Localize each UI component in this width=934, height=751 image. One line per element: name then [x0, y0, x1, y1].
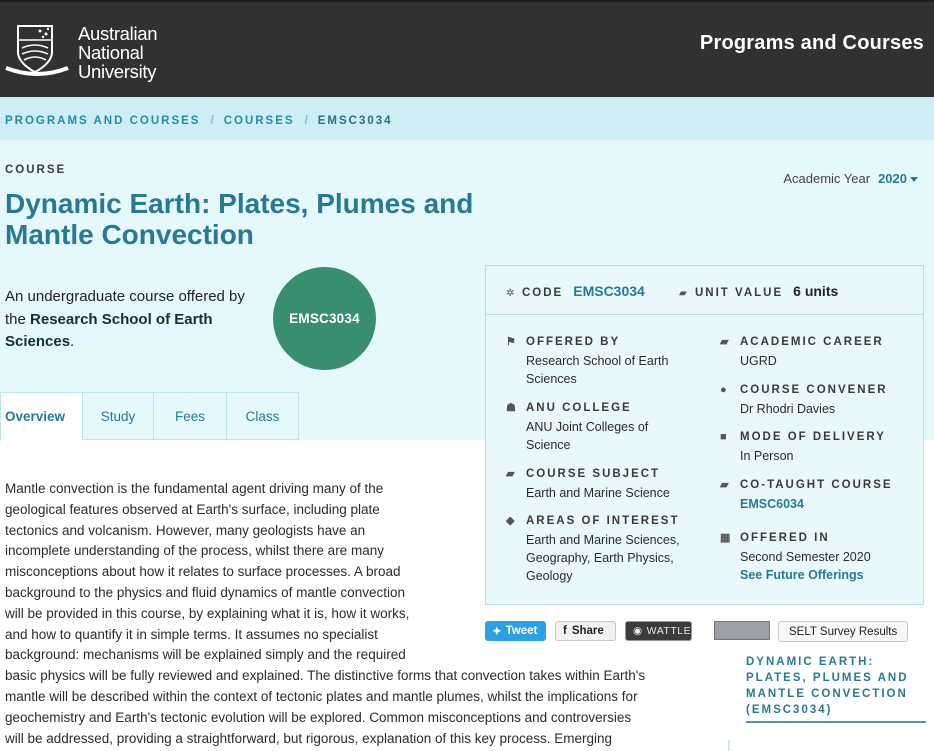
subject-value: Earth and Marine Science — [526, 486, 670, 500]
breadcrumb-current[interactable]: EMSC3034 — [318, 115, 393, 127]
academic-year-label: Academic Year — [783, 171, 871, 186]
sidebar-edge — [728, 740, 730, 751]
tag-icon: ◆ — [506, 515, 517, 527]
book-icon: ▰ — [679, 288, 687, 299]
course-subtitle: An undergraduate course offered by the R… — [5, 286, 255, 354]
mode-of-delivery: ■ MODE OF DELIVERY In Person — [720, 429, 915, 465]
cotaught-link[interactable]: EMSC6034 — [740, 495, 915, 513]
anu-college: ☗ ANU COLLEGE ANU Joint Colleges of Scien… — [506, 400, 691, 454]
wattle-label: WATTLE — [646, 625, 692, 637]
areas-of-interest: ◆ AREAS OF INTEREST Earth and Marine Scie… — [506, 513, 706, 585]
page-title: Dynamic Earth: Plates, Plumes and Mantle… — [5, 188, 474, 250]
offered-in-value: Second Semester 2020 — [740, 550, 871, 564]
course-convener: ● COURSE CONVENER Dr Rhodri Davies — [720, 382, 915, 418]
truck-icon: ■ — [720, 431, 729, 443]
course-info-card: ✲ CODE EMSC3034 ▰ UNIT VALUE 6 units ⚑ OF… — [485, 265, 924, 605]
co-taught-course: ▰ CO-TAUGHT COURSE EMSC6034 — [720, 477, 915, 513]
logo-line-1: Australian — [78, 23, 158, 44]
convener-value: Dr Rhodri Davies — [740, 402, 836, 416]
academic-year-selector[interactable]: Academic Year 2020 — [783, 171, 918, 186]
tweet-label: Tweet — [505, 625, 538, 637]
facebook-icon: f — [563, 625, 567, 637]
college-label: ANU COLLEGE — [526, 402, 632, 414]
future-offerings-link[interactable]: See Future Offerings — [740, 566, 915, 584]
tweet-button[interactable]: ✦ Tweet — [485, 621, 546, 641]
sidebar-course-title: DYNAMIC EARTH: PLATES, PLUMES AND MANTLE… — [746, 656, 909, 716]
tab-overview[interactable]: Overview — [0, 392, 82, 440]
wattle-button[interactable]: ◉ WATTLE — [625, 621, 692, 641]
user-icon: ● — [720, 384, 729, 396]
breadcrumb-separator: / — [304, 115, 308, 127]
offered-in-label: OFFERED IN — [740, 532, 830, 544]
code-value: EMSC3034 — [573, 283, 645, 299]
code-label: CODE — [522, 287, 564, 299]
offered-in: ▦ OFFERED IN Second Semester 2020 See Futu… — [720, 530, 915, 584]
college-value: ANU Joint Colleges of Science — [526, 420, 649, 452]
subject-label: COURSE SUBJECT — [526, 468, 661, 480]
academic-career: ▰ ACADEMIC CAREER UGRD — [720, 334, 915, 370]
site-title[interactable]: Programs and Courses — [700, 32, 924, 55]
flag-icon: ⚑ — [506, 336, 518, 348]
unit-label: UNIT VALUE — [695, 287, 784, 299]
interest-label: AREAS OF INTEREST — [526, 515, 680, 527]
course-tabs: Overview Study Fees Class — [0, 392, 299, 440]
career-value: UGRD — [740, 354, 777, 368]
page-kicker: COURSE — [5, 164, 67, 176]
academic-year-value[interactable]: 2020 — [878, 171, 907, 186]
career-label: ACADEMIC CAREER — [740, 336, 884, 348]
selt-logo-icon[interactable] — [714, 621, 770, 640]
sidebar-divider — [746, 721, 926, 723]
offered-by-value: Research School of Earth Sciences — [526, 354, 669, 386]
facebook-share-button[interactable]: f Share — [555, 621, 616, 641]
anu-logo[interactable]: Australian National University — [4, 20, 164, 82]
subtitle-end: . — [70, 333, 75, 350]
logo-line-3: University — [78, 61, 157, 82]
twitter-icon: ✦ — [492, 626, 502, 638]
course-code-badge: EMSC3034 — [273, 267, 376, 370]
calendar-icon: ▦ — [720, 532, 733, 544]
chevron-down-icon[interactable] — [910, 177, 918, 183]
offered-by: ⚑ OFFERED BY Research School of Earth Sci… — [506, 334, 691, 388]
logo-line-2: National — [78, 42, 144, 63]
share-bar: ✦ Tweet f Share ◉ WATTLE — [485, 621, 692, 641]
offered-by-label: OFFERED BY — [526, 336, 621, 348]
school-link[interactable]: Research School of Earth Sciences — [5, 311, 213, 351]
unit-summary: ▰ UNIT VALUE 6 units — [679, 283, 838, 299]
book-icon: ▰ — [720, 479, 731, 491]
interest-value: Earth and Marine Sciences, Geography, Ea… — [526, 533, 680, 583]
convener-label: COURSE CONVENER — [740, 384, 888, 396]
wattle-icon: ◉ — [633, 625, 643, 637]
logo-wordmark: Australian National University — [78, 23, 158, 82]
fb-share-label: Share — [571, 625, 604, 637]
card-summary: ✲ CODE EMSC3034 ▰ UNIT VALUE 6 units — [486, 266, 923, 315]
delivery-label: MODE OF DELIVERY — [740, 431, 886, 443]
breadcrumb-separator: / — [210, 115, 214, 127]
breadcrumb: PROGRAMS AND COURSES / COURSES / EMSC3034 — [5, 115, 393, 127]
cotaught-label: CO-TAUGHT COURSE — [740, 479, 893, 491]
breadcrumb-courses[interactable]: COURSES — [224, 115, 295, 127]
gear-icon: ✲ — [506, 288, 515, 299]
users-icon: ☗ — [506, 402, 518, 414]
site-header: Australian National University Programs … — [0, 0, 934, 97]
tab-fees[interactable]: Fees — [153, 392, 226, 440]
code-summary: ✲ CODE EMSC3034 — [506, 283, 645, 299]
delivery-value: In Person — [740, 449, 794, 463]
anu-crest-icon — [5, 25, 69, 76]
course-subject: ▰ COURSE SUBJECT Earth and Marine Science — [506, 466, 691, 502]
selt-survey-button[interactable]: SELT Survey Results — [778, 621, 909, 642]
breadcrumb-bar: PROGRAMS AND COURSES / COURSES / EMSC3034 — [0, 97, 934, 140]
breadcrumb-programs-courses[interactable]: PROGRAMS AND COURSES — [5, 115, 200, 127]
tab-class[interactable]: Class — [226, 392, 299, 440]
unit-value: 6 units — [793, 283, 839, 299]
book-icon: ▰ — [506, 468, 517, 480]
tab-study[interactable]: Study — [82, 392, 153, 440]
book-icon: ▰ — [720, 336, 731, 348]
